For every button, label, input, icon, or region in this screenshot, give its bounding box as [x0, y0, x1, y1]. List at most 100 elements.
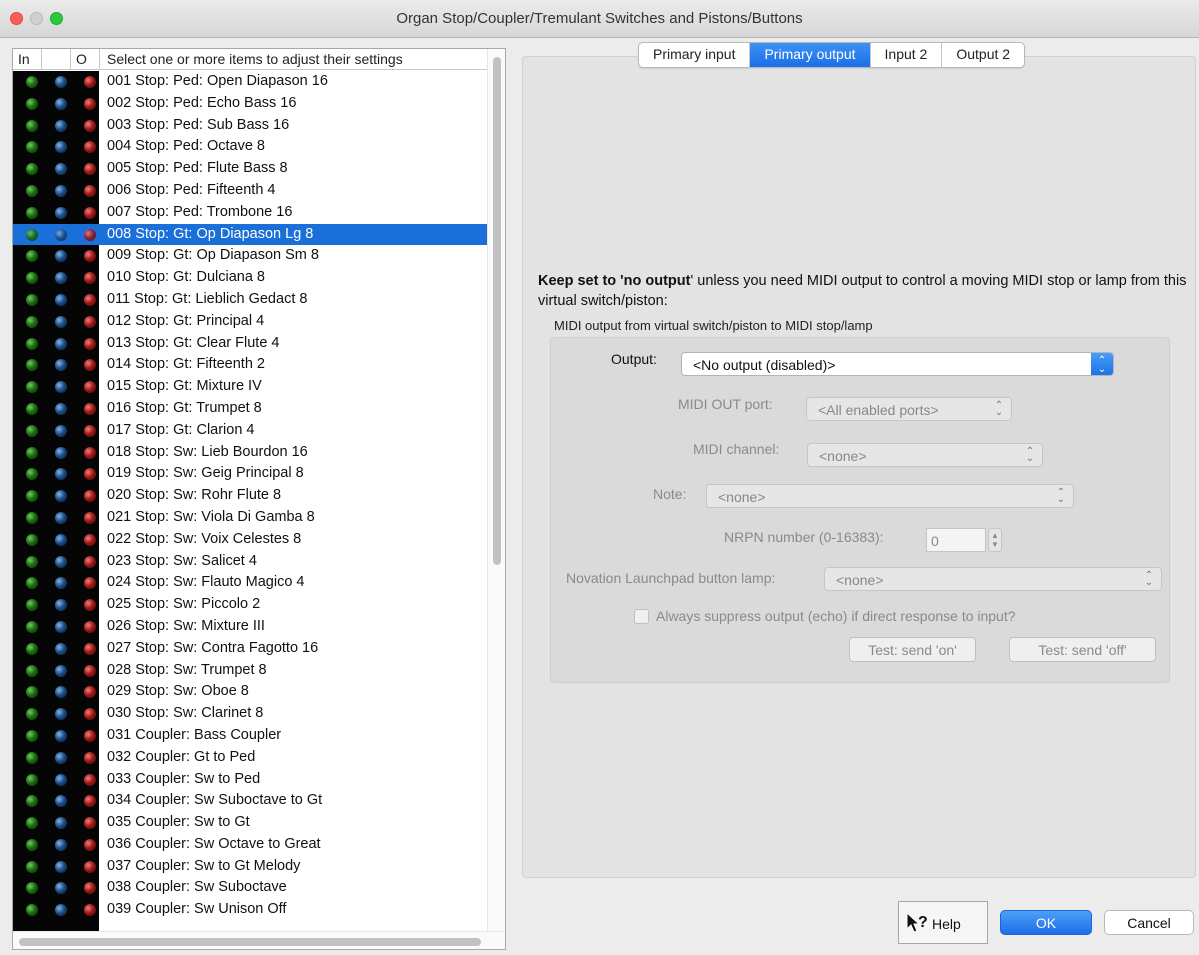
led-status-icon[interactable]: [55, 904, 67, 917]
led-out-icon[interactable]: [84, 97, 96, 110]
column-header-instruction[interactable]: Select one or more items to adjust their…: [107, 51, 403, 67]
list-item[interactable]: 023 Stop: Sw: Salicet 4: [13, 551, 487, 573]
midi-channel-select[interactable]: <none> ⌃ ⌄: [807, 443, 1043, 467]
led-out-icon[interactable]: [84, 163, 96, 176]
led-in-icon[interactable]: [26, 315, 38, 328]
led-status-icon[interactable]: [55, 315, 67, 328]
led-status-icon[interactable]: [55, 402, 67, 415]
list-item[interactable]: 021 Stop: Sw: Viola Di Gamba 8: [13, 507, 487, 529]
led-out-icon[interactable]: [84, 228, 96, 241]
led-out-icon[interactable]: [84, 795, 96, 808]
led-in-icon[interactable]: [26, 838, 38, 851]
led-status-icon[interactable]: [55, 293, 67, 306]
list-item[interactable]: 005 Stop: Ped: Flute Bass 8: [13, 158, 487, 180]
list-item[interactable]: 012 Stop: Gt: Principal 4: [13, 311, 487, 333]
led-status-icon[interactable]: [55, 838, 67, 851]
led-out-icon[interactable]: [84, 141, 96, 154]
list-item[interactable]: 038 Coupler: Sw Suboctave: [13, 877, 487, 899]
led-out-icon[interactable]: [84, 206, 96, 219]
led-in-icon[interactable]: [26, 642, 38, 655]
led-status-icon[interactable]: [55, 468, 67, 481]
list-item[interactable]: 034 Coupler: Sw Suboctave to Gt: [13, 790, 487, 812]
led-status-icon[interactable]: [55, 533, 67, 546]
led-status-icon[interactable]: [55, 555, 67, 568]
list-item[interactable]: 004 Stop: Ped: Octave 8: [13, 136, 487, 158]
list-item[interactable]: 022 Stop: Sw: Voix Celestes 8: [13, 529, 487, 551]
tab-primary-output[interactable]: Primary output: [750, 43, 871, 67]
led-in-icon[interactable]: [26, 402, 38, 415]
led-in-icon[interactable]: [26, 708, 38, 721]
list-item[interactable]: 037 Coupler: Sw to Gt Melody: [13, 856, 487, 878]
led-out-icon[interactable]: [84, 184, 96, 197]
led-out-icon[interactable]: [84, 599, 96, 612]
led-out-icon[interactable]: [84, 882, 96, 895]
led-in-icon[interactable]: [26, 817, 38, 830]
led-in-icon[interactable]: [26, 206, 38, 219]
led-out-icon[interactable]: [84, 402, 96, 415]
vertical-scrollbar[interactable]: [487, 49, 505, 931]
led-out-icon[interactable]: [84, 490, 96, 503]
list-item[interactable]: 024 Stop: Sw: Flauto Magico 4: [13, 572, 487, 594]
led-status-icon[interactable]: [55, 729, 67, 742]
led-in-icon[interactable]: [26, 293, 38, 306]
led-out-icon[interactable]: [84, 76, 96, 88]
led-in-icon[interactable]: [26, 490, 38, 503]
led-in-icon[interactable]: [26, 882, 38, 895]
horizontal-scroll-thumb[interactable]: [19, 938, 481, 946]
led-out-icon[interactable]: [84, 860, 96, 873]
list-item[interactable]: 007 Stop: Ped: Trombone 16: [13, 202, 487, 224]
suppress-echo-checkbox[interactable]: [634, 609, 649, 624]
led-in-icon[interactable]: [26, 359, 38, 372]
list-item[interactable]: 017 Stop: Gt: Clarion 4: [13, 420, 487, 442]
led-out-icon[interactable]: [84, 119, 96, 132]
midi-out-port-select[interactable]: <All enabled ports> ⌃ ⌄: [806, 397, 1012, 421]
led-out-icon[interactable]: [84, 904, 96, 917]
list-item[interactable]: 028 Stop: Sw: Trumpet 8: [13, 660, 487, 682]
led-in-icon[interactable]: [26, 751, 38, 764]
led-status-icon[interactable]: [55, 119, 67, 132]
cancel-button[interactable]: Cancel: [1104, 910, 1194, 935]
list-item[interactable]: 002 Stop: Ped: Echo Bass 16: [13, 93, 487, 115]
list-item[interactable]: 016 Stop: Gt: Trumpet 8: [13, 398, 487, 420]
led-in-icon[interactable]: [26, 163, 38, 176]
led-status-icon[interactable]: [55, 490, 67, 503]
led-status-icon[interactable]: [55, 250, 67, 263]
led-out-icon[interactable]: [84, 468, 96, 481]
led-out-icon[interactable]: [84, 272, 96, 285]
led-out-icon[interactable]: [84, 729, 96, 742]
led-in-icon[interactable]: [26, 141, 38, 154]
led-out-icon[interactable]: [84, 664, 96, 677]
led-status-icon[interactable]: [55, 817, 67, 830]
led-out-icon[interactable]: [84, 250, 96, 263]
list-item[interactable]: 001 Stop: Ped: Open Diapason 16: [13, 71, 487, 93]
led-in-icon[interactable]: [26, 381, 38, 394]
led-out-icon[interactable]: [84, 838, 96, 851]
list-item[interactable]: 026 Stop: Sw: Mixture III: [13, 616, 487, 638]
led-out-icon[interactable]: [84, 381, 96, 394]
led-status-icon[interactable]: [55, 708, 67, 721]
tab-output-2[interactable]: Output 2: [942, 43, 1024, 67]
list-item[interactable]: 025 Stop: Sw: Piccolo 2: [13, 594, 487, 616]
led-status-icon[interactable]: [55, 206, 67, 219]
list-item[interactable]: 010 Stop: Gt: Dulciana 8: [13, 267, 487, 289]
led-in-icon[interactable]: [26, 686, 38, 699]
led-in-icon[interactable]: [26, 337, 38, 350]
list-item[interactable]: 009 Stop: Gt: Op Diapason Sm 8: [13, 245, 487, 267]
column-header-o[interactable]: O: [76, 51, 87, 67]
help-button[interactable]: ? Help: [898, 901, 988, 944]
led-status-icon[interactable]: [55, 577, 67, 590]
led-in-icon[interactable]: [26, 76, 38, 88]
led-out-icon[interactable]: [84, 315, 96, 328]
ok-button[interactable]: OK: [1000, 910, 1092, 935]
list-item[interactable]: 019 Stop: Sw: Geig Principal 8: [13, 463, 487, 485]
list-item[interactable]: 015 Stop: Gt: Mixture IV: [13, 376, 487, 398]
led-status-icon[interactable]: [55, 642, 67, 655]
led-out-icon[interactable]: [84, 533, 96, 546]
list-item[interactable]: 003 Stop: Ped: Sub Bass 16: [13, 115, 487, 137]
list-item[interactable]: 030 Stop: Sw: Clarinet 8: [13, 703, 487, 725]
led-in-icon[interactable]: [26, 533, 38, 546]
tab-primary-input[interactable]: Primary input: [639, 43, 751, 67]
led-status-icon[interactable]: [55, 184, 67, 197]
led-out-icon[interactable]: [84, 817, 96, 830]
led-in-icon[interactable]: [26, 228, 38, 241]
